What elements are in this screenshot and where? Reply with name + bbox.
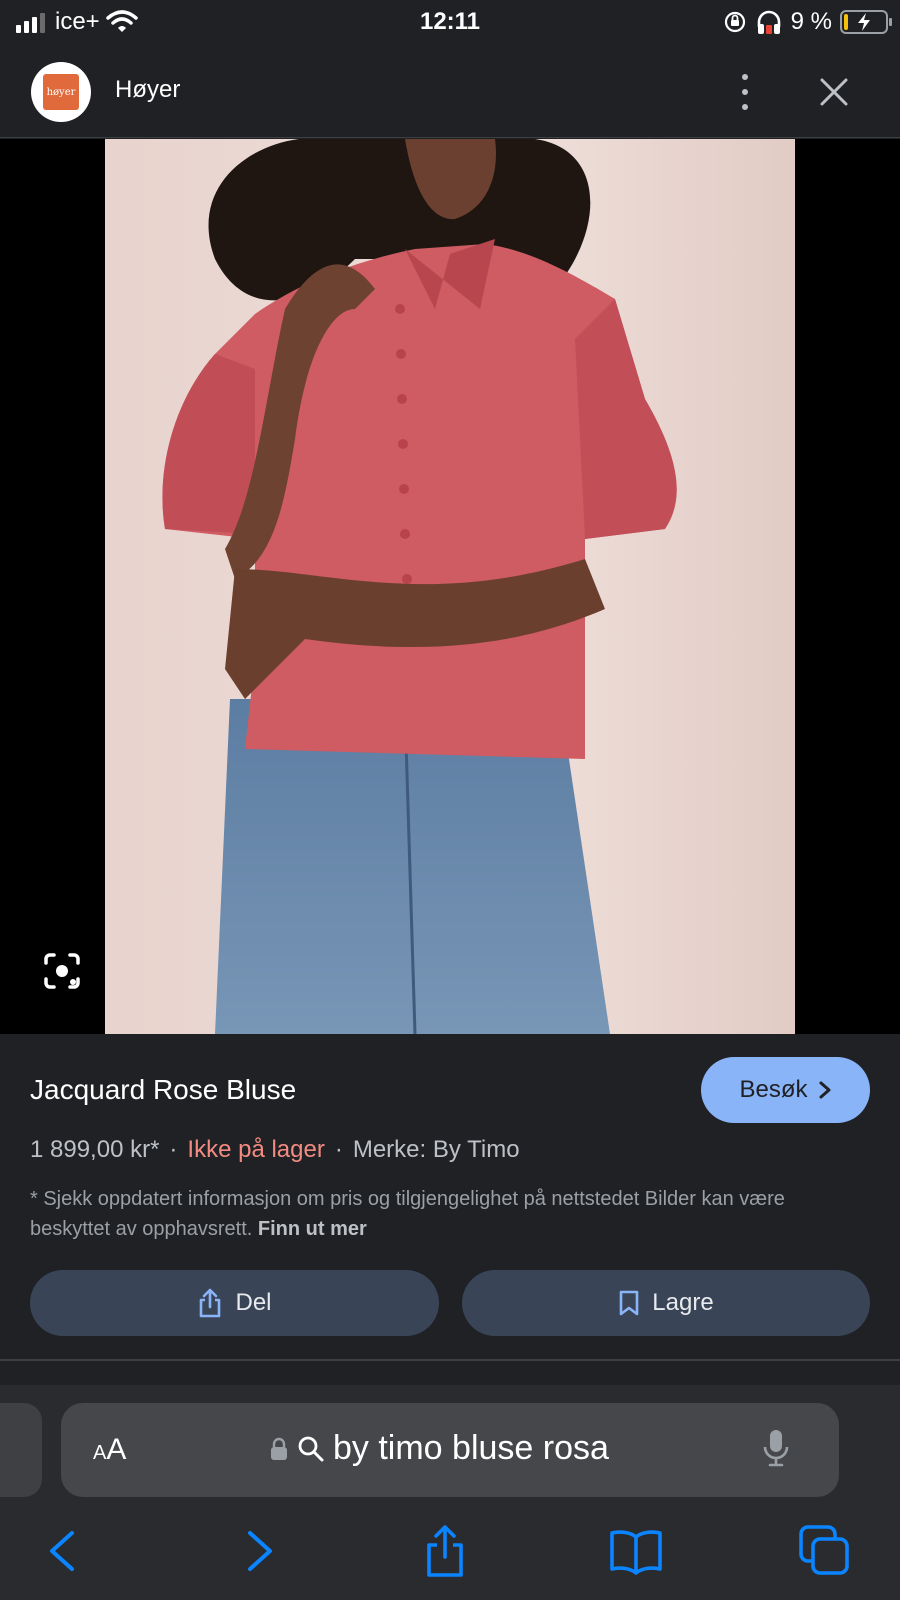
address-text: by timo bluse rosa	[333, 1429, 609, 1467]
separator-dot: ·	[169, 1136, 178, 1163]
battery-charging-icon	[840, 10, 892, 34]
site-logo[interactable]: høyer	[31, 62, 91, 122]
separator-dot: ·	[334, 1136, 343, 1163]
google-lens-icon[interactable]	[40, 949, 84, 993]
lock-icon	[271, 1437, 287, 1460]
safari-address-area: AA by timo bluse rosa	[0, 1385, 900, 1499]
status-right: 9 %	[723, 8, 892, 36]
price: 1 899,00 kr*	[30, 1136, 160, 1163]
safari-toolbar	[0, 1499, 900, 1600]
product-title: Jacquard Rose Bluse	[30, 1074, 297, 1105]
address-field[interactable]: by timo bluse rosa	[269, 1429, 609, 1468]
disclaimer: * Sjekk oppdatert informasjon om pris og…	[30, 1184, 860, 1244]
learn-more-link[interactable]: Finn ut mer	[258, 1218, 367, 1240]
site-name[interactable]: Høyer	[115, 76, 180, 104]
battery-percentage: 9 %	[790, 8, 832, 35]
divider	[0, 1359, 900, 1361]
close-icon[interactable]	[814, 72, 854, 112]
product-photo	[105, 139, 795, 1034]
address-bar[interactable]: AA by timo bluse rosa	[61, 1403, 839, 1497]
status-bar: ice+ 12:11 9 %	[0, 0, 900, 46]
product-meta: 1 899,00 kr* · Ikke på lager · Merke: By Tim…	[30, 1136, 520, 1164]
tabs-icon[interactable]	[797, 1523, 853, 1579]
forward-icon[interactable]	[230, 1523, 286, 1579]
stock-status: Ikke på lager	[187, 1136, 325, 1163]
bolt-icon	[858, 13, 870, 31]
product-image[interactable]	[105, 139, 795, 1034]
brand: Merke: By Timo	[352, 1136, 520, 1163]
image-preview	[0, 139, 900, 1034]
disclaimer-text: * Sjekk oppdatert informasjon om pris og…	[30, 1188, 785, 1240]
bookmark-icon	[619, 1290, 639, 1316]
save-button[interactable]: Lagre	[462, 1270, 870, 1336]
microphone-icon[interactable]	[761, 1427, 791, 1469]
share-icon[interactable]	[417, 1523, 473, 1579]
reader-options-button[interactable]: AA	[93, 1433, 126, 1467]
share-button[interactable]: Del	[30, 1270, 439, 1336]
save-button-label: Lagre	[652, 1289, 714, 1316]
visit-button[interactable]: Besøk	[701, 1057, 870, 1123]
orientation-lock-icon	[724, 11, 745, 33]
headphones-icon	[757, 10, 780, 34]
share-icon	[200, 1288, 221, 1318]
previous-tab-stub[interactable]	[0, 1403, 42, 1497]
product-info: Jacquard Rose Bluse Besøk 1 899,00 kr* · I…	[0, 1034, 900, 1361]
chevron-right-icon	[819, 1081, 830, 1099]
visit-button-label: Besøk	[739, 1076, 808, 1103]
result-header: høyer Høyer	[0, 46, 900, 138]
back-icon[interactable]	[36, 1523, 92, 1579]
site-logo-mark: høyer	[43, 74, 79, 110]
more-vert-icon[interactable]	[728, 74, 762, 110]
share-button-label: Del	[235, 1289, 272, 1316]
battery-fill	[844, 14, 848, 30]
bookmarks-icon[interactable]	[608, 1523, 664, 1579]
search-icon	[298, 1436, 324, 1461]
